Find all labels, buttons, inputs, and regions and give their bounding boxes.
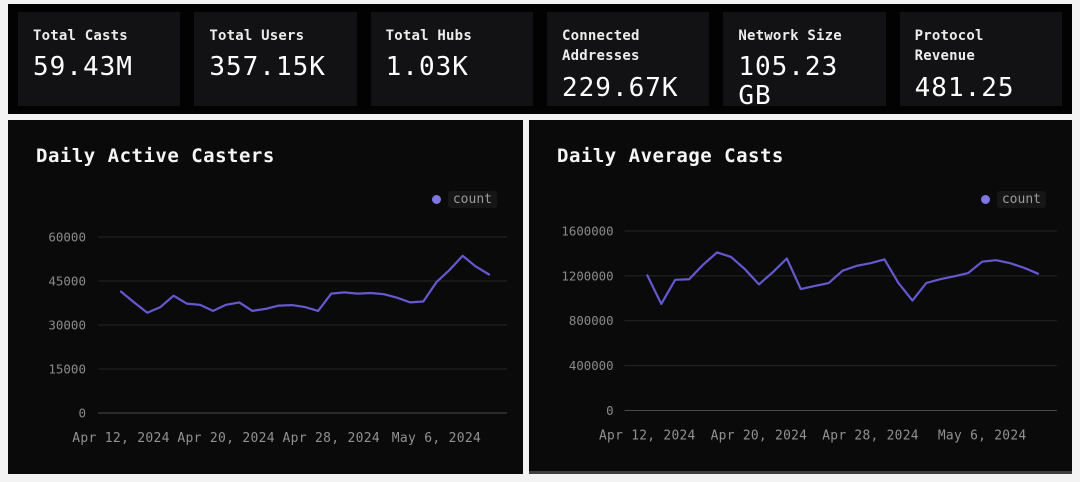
svg-text:15000: 15000 [48, 362, 86, 377]
stat-label: Total Hubs [386, 26, 518, 46]
stats-row: Total Casts 59.43M Total Users 357.15K T… [8, 4, 1072, 114]
stat-label: Protocol Revenue [915, 26, 1047, 67]
stat-card-network-size: Network Size 105.23 GB [723, 12, 885, 106]
stat-value: 357.15K [209, 53, 341, 82]
stat-value: 59.43M [33, 53, 165, 82]
svg-text:0: 0 [606, 403, 613, 418]
stat-card-total-casts: Total Casts 59.43M [18, 12, 180, 106]
stat-card-total-hubs: Total Hubs 1.03K [371, 12, 533, 106]
stat-value: 229.67K [562, 74, 694, 103]
stat-value: 105.23 GB [738, 53, 870, 106]
svg-text:1200000: 1200000 [561, 268, 613, 283]
stat-card-protocol-revenue: Protocol Revenue 481.25 ETH [900, 12, 1062, 106]
stat-card-connected-addresses: Connected Addresses 229.67K [547, 12, 709, 106]
svg-text:Apr 12, 2024: Apr 12, 2024 [72, 431, 170, 446]
svg-text:800000: 800000 [569, 313, 614, 328]
svg-text:Apr 20, 2024: Apr 20, 2024 [711, 428, 808, 443]
stat-value: 481.25 ETH [915, 74, 1047, 106]
svg-text:30000: 30000 [48, 318, 86, 333]
svg-text:400000: 400000 [569, 358, 614, 373]
svg-text:Apr 28, 2024: Apr 28, 2024 [822, 428, 919, 443]
stat-label: Total Users [209, 26, 341, 46]
svg-text:Apr 20, 2024: Apr 20, 2024 [177, 431, 275, 446]
charts-row: Daily Active Casters count 0150003000045… [8, 120, 1072, 474]
daily-average-casts-line-chart[interactable]: 0 400000 800000 1200000 1600000 Apr 12, 2024 A… [529, 120, 1072, 471]
chart-panel-daily-active-casters: Daily Active Casters count 0150003000045… [8, 120, 523, 474]
svg-text:Apr 12, 2024: Apr 12, 2024 [599, 428, 696, 443]
svg-text:May 6, 2024: May 6, 2024 [938, 428, 1027, 443]
svg-text:1600000: 1600000 [561, 224, 613, 239]
svg-text:Apr 28, 2024: Apr 28, 2024 [283, 431, 381, 446]
daily-active-casters-line-chart[interactable]: 0 15000 30000 45000 60000 Apr 12, 2024 Apr 20,… [8, 120, 523, 474]
svg-text:0: 0 [78, 406, 86, 421]
svg-text:60000: 60000 [48, 230, 86, 245]
stat-label: Connected Addresses [562, 26, 694, 67]
stat-label: Total Casts [33, 26, 165, 46]
svg-text:May 6, 2024: May 6, 2024 [392, 431, 481, 446]
farcaster-dashboard: Total Casts 59.43M Total Users 357.15K T… [0, 0, 1080, 482]
stat-label: Network Size [738, 26, 870, 46]
stat-card-total-users: Total Users 357.15K [194, 12, 356, 106]
stat-value: 1.03K [386, 53, 518, 82]
chart-panel-daily-average-casts: Daily Average Casts count 04000008000001… [529, 120, 1072, 474]
svg-text:45000: 45000 [48, 274, 86, 289]
